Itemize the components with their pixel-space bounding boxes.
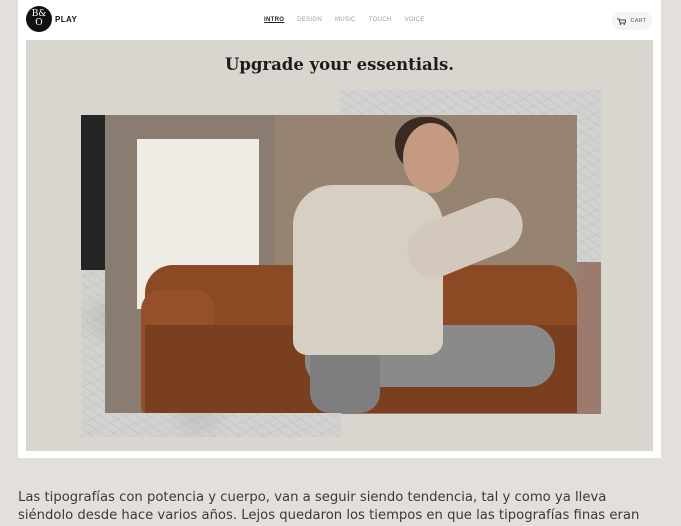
logo-bottom-text: O [35,18,43,28]
nav-item-voice[interactable]: VOICE [405,17,425,23]
site-header: B& O PLAY INTRO DESIGN MUSIC TOUCH VOICE… [18,0,661,40]
article-line-1: Las tipografías con potencia y cuerpo, v… [18,490,607,505]
nav-item-touch[interactable]: TOUCH [369,17,392,23]
embedded-screenshot-frame: B& O PLAY INTRO DESIGN MUSIC TOUCH VOICE… [18,0,661,458]
cart-label: CART [630,18,647,24]
hero-headline: Upgrade your essentials. [224,55,455,74]
bo-logo[interactable]: B& O [26,6,52,32]
cart-icon [617,18,627,25]
hero-section: Upgrade your essentials. [26,40,653,451]
photo-person-head [403,123,459,193]
nav-item-intro[interactable]: INTRO [264,17,284,23]
article-paragraph: Las tipografías con potencia y cuerpo, v… [18,489,668,525]
nav-item-music[interactable]: MUSIC [335,17,356,23]
article-line-2: siéndolo desde hace varios años. Lejos q… [18,508,640,523]
brand-wordmark[interactable]: PLAY [55,15,77,24]
main-nav: INTRO DESIGN MUSIC TOUCH VOICE [264,17,425,23]
cart-button[interactable]: CART [612,12,652,30]
hero-photo [105,115,577,413]
nav-item-design[interactable]: DESIGN [297,17,322,23]
